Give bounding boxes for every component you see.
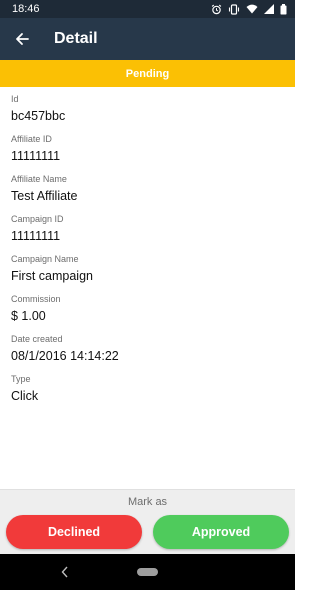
field-affiliate-id: Affiliate ID 11111111	[11, 134, 60, 164]
field-label: Type	[11, 374, 31, 384]
wifi-icon	[246, 4, 258, 14]
field-type: Type Click	[11, 374, 38, 404]
page-title: Detail	[54, 30, 98, 47]
field-label: Affiliate ID	[11, 134, 52, 144]
field-value: Test Affiliate	[11, 189, 78, 203]
field-value: First campaign	[11, 269, 93, 283]
field-value: Click	[11, 389, 39, 403]
field-affiliate-name: Affiliate Name Test Affiliate	[11, 174, 77, 204]
field-campaign-name: Campaign Name First campaign	[11, 254, 93, 284]
field-value: 08/1/2016 14:14:22	[11, 349, 119, 363]
field-value: 11111111	[11, 149, 61, 163]
app-bar: Detail	[0, 18, 295, 60]
field-commission: Commission $ 1.00	[11, 294, 61, 324]
field-date-created: Date created 08/1/2016 14:14:22	[11, 334, 119, 364]
status-time: 18:46	[12, 3, 40, 15]
arrow-left-icon[interactable]	[2, 18, 42, 60]
approve-button[interactable]: Approved	[153, 515, 289, 549]
signal-icon	[264, 4, 274, 14]
field-id: Id bc457bbc	[11, 94, 65, 124]
mark-as-label: Mark as	[127, 496, 168, 508]
system-nav-bar	[0, 554, 295, 590]
status-badge: Pending	[0, 60, 295, 87]
nav-home-pill[interactable]	[137, 568, 158, 576]
field-label: Campaign ID	[11, 214, 64, 224]
field-campaign-id: Campaign ID 11111111	[11, 214, 64, 244]
field-label: Commission	[11, 294, 61, 304]
status-icons	[211, 3, 287, 15]
field-label: Id	[11, 94, 19, 104]
field-label: Affiliate Name	[11, 174, 67, 184]
field-label: Date created	[11, 334, 63, 344]
nav-back-icon[interactable]	[58, 564, 72, 580]
decline-button[interactable]: Declined	[6, 515, 142, 549]
alarm-icon	[211, 4, 222, 15]
action-footer: Mark as Declined Approved	[0, 489, 295, 554]
field-value: bc457bbc	[11, 109, 66, 123]
field-label: Campaign Name	[11, 254, 79, 264]
status-bar: 18:46	[0, 0, 295, 18]
battery-icon	[280, 3, 287, 15]
vibrate-icon	[228, 3, 240, 15]
field-value: $ 1.00	[11, 309, 46, 323]
field-value: 11111111	[11, 229, 61, 243]
